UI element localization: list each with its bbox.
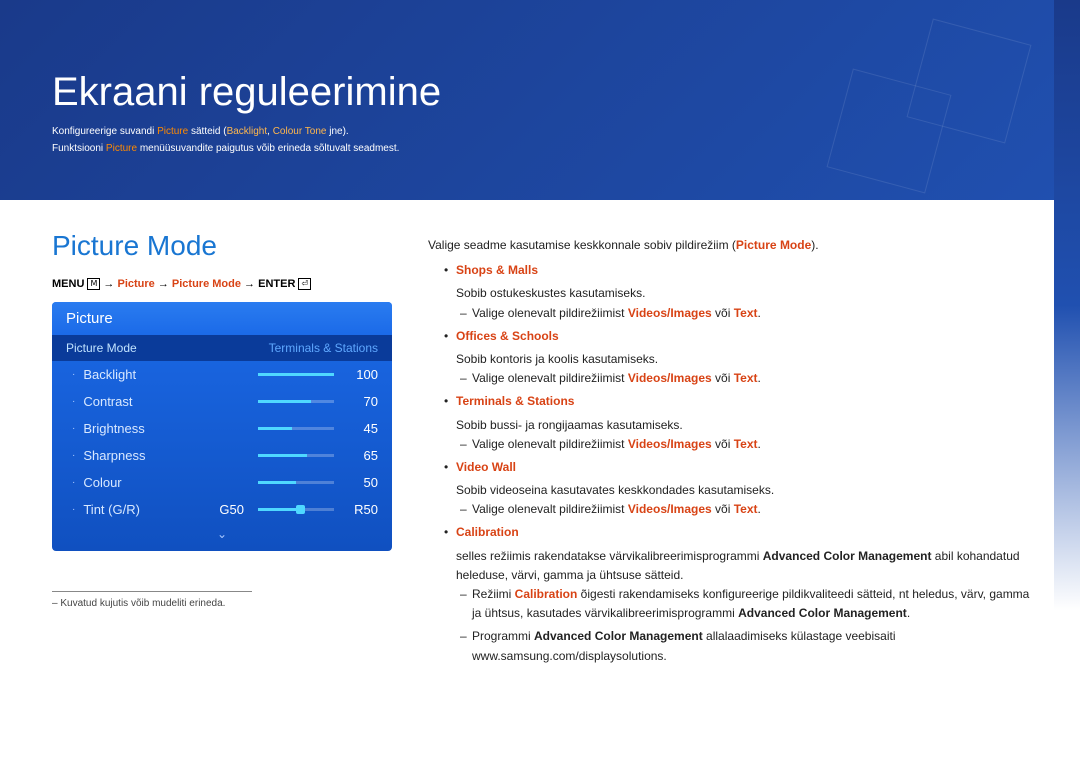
osd-tint-right: R50 xyxy=(344,502,378,517)
mode-desc: Sobib ostukeskustes kasutamiseks. xyxy=(428,284,1040,303)
intro1-post: jne). xyxy=(326,126,348,137)
mode-sub: Valige olenevalt pildirežiimist Videos/I… xyxy=(428,304,1040,323)
right-intro-hl: Picture Mode xyxy=(736,238,811,252)
osd-tint-label: Tint (G/R) xyxy=(83,502,210,517)
intro2-hl: Picture xyxy=(106,143,137,154)
osd-row-bar xyxy=(258,373,334,376)
mode-name: Terminals & Stations xyxy=(456,394,574,408)
section-title: Picture Mode xyxy=(52,230,392,262)
intro1-hl2: Backlight xyxy=(227,126,268,137)
path-menu: MENU xyxy=(52,278,84,290)
mode-sub: Valige olenevalt pildirežiimist Videos/I… xyxy=(428,369,1040,388)
osd-row-bar xyxy=(258,427,334,430)
intro1-pre: Konfigureerige suvandi xyxy=(52,126,157,137)
path-arrow2: → xyxy=(158,278,172,290)
intro1-hl3: Colour Tone xyxy=(273,126,327,137)
calib-d2-b: Advanced Color Management xyxy=(534,629,703,643)
bullet-icon: · xyxy=(72,477,75,488)
calib-desc1-b: Advanced Color Management xyxy=(763,549,932,563)
osd-tab-selected[interactable]: Picture Mode xyxy=(52,335,151,361)
mode-name: Offices & Schools xyxy=(456,329,559,343)
bullet-icon: · xyxy=(72,423,75,434)
calib-d2-pre: Programmi xyxy=(472,629,534,643)
mode-desc: Sobib videoseina kasutavates keskkondade… xyxy=(428,481,1040,500)
osd-panel: Picture Picture Mode Terminals & Station… xyxy=(52,302,392,551)
osd-row-tint[interactable]: · Tint (G/R) G50 R50 xyxy=(52,496,392,523)
right-column: Valige seadme kasutamise keskkonnale sob… xyxy=(428,230,1040,670)
header-decor-cubes xyxy=(790,0,1080,200)
right-intro-post: ). xyxy=(811,238,818,252)
mode-item: Video Wall xyxy=(428,458,1040,477)
path-picture: Picture xyxy=(117,278,154,290)
intro1-mid: sätteid ( xyxy=(188,126,226,137)
bullet-icon: · xyxy=(72,369,75,380)
osd-row-bar xyxy=(258,481,334,484)
mode-desc: Sobib kontoris ja koolis kasutamiseks. xyxy=(428,350,1040,369)
menu-icon: 𝖬 xyxy=(87,278,100,290)
osd-title: Picture xyxy=(52,302,392,335)
osd-row-value: 65 xyxy=(344,448,378,463)
calib-d1-pre: Režiimi xyxy=(472,587,515,601)
calib-d1-hl: Calibration xyxy=(515,587,578,601)
mode-name: Shops & Malls xyxy=(456,263,538,277)
right-intro: Valige seadme kasutamise keskkonnale sob… xyxy=(428,238,736,252)
osd-row-backlight[interactable]: · Backlight 100 xyxy=(52,361,392,388)
bullet-icon: · xyxy=(72,450,75,461)
mode-sub: Valige olenevalt pildirežiimist Videos/I… xyxy=(428,435,1040,454)
calib-d1-post: . xyxy=(907,606,910,620)
osd-tint-left: G50 xyxy=(210,502,244,517)
enter-icon: ⏎ xyxy=(298,278,311,290)
intro2-pre: Funktsiooni xyxy=(52,143,106,154)
osd-row-brightness[interactable]: · Brightness 45 xyxy=(52,415,392,442)
left-column: Picture Mode MENU 𝖬 → Picture → Picture … xyxy=(52,230,392,670)
mode-name: Video Wall xyxy=(456,460,516,474)
calib-desc1-pre: selles režiimis rakendatakse värvikalibr… xyxy=(456,549,763,563)
osd-row-value: 50 xyxy=(344,475,378,490)
bullet-icon: · xyxy=(72,504,75,515)
osd-row-colour[interactable]: · Colour 50 xyxy=(52,469,392,496)
osd-row-value: 100 xyxy=(344,367,378,382)
menu-path: MENU 𝖬 → Picture → Picture Mode → ENTER … xyxy=(52,278,392,290)
calib-name: Calibration xyxy=(456,525,519,539)
chevron-down-icon[interactable]: ⌄ xyxy=(52,523,392,551)
osd-row-bar xyxy=(258,454,334,457)
osd-row-label: Contrast xyxy=(83,394,248,409)
path-arrow1: → xyxy=(103,278,117,290)
mode-item: Terminals & Stations xyxy=(428,392,1040,411)
osd-row-value: 45 xyxy=(344,421,378,436)
intro2-post: menüüsuvandite paigutus võib erineda sõl… xyxy=(137,143,399,154)
osd-row-sharpness[interactable]: · Sharpness 65 xyxy=(52,442,392,469)
osd-tabs: Picture Mode Terminals & Stations xyxy=(52,335,392,361)
calib-d1-b: Advanced Color Management xyxy=(738,606,907,620)
mode-item: Offices & Schools xyxy=(428,327,1040,346)
mode-item: Shops & Malls xyxy=(428,261,1040,280)
osd-row-value: 70 xyxy=(344,394,378,409)
path-picture-mode: Picture Mode xyxy=(172,278,241,290)
intro1-hl1: Picture xyxy=(157,126,188,137)
page-header: Ekraani reguleerimine Konfigureerige suv… xyxy=(0,0,1080,200)
osd-row-label: Sharpness xyxy=(83,448,248,463)
osd-row-label: Backlight xyxy=(83,367,248,382)
path-enter: ENTER xyxy=(258,278,295,290)
mode-desc: Sobib bussi- ja rongijaamas kasutamiseks… xyxy=(428,416,1040,435)
osd-row-contrast[interactable]: · Contrast 70 xyxy=(52,388,392,415)
osd-row-label: Colour xyxy=(83,475,248,490)
path-arrow3: → xyxy=(244,278,258,290)
bullet-icon: · xyxy=(72,396,75,407)
osd-tint-bar xyxy=(258,508,334,511)
osd-tab-unselected[interactable]: Terminals & Stations xyxy=(255,335,392,361)
mode-sub: Valige olenevalt pildirežiimist Videos/I… xyxy=(428,500,1040,519)
osd-row-label: Brightness xyxy=(83,421,248,436)
footnote-text: Kuvatud kujutis võib mudeliti erineda. xyxy=(60,598,225,609)
footnote: ‒ Kuvatud kujutis võib mudeliti erineda. xyxy=(52,592,392,609)
osd-row-bar xyxy=(258,400,334,403)
